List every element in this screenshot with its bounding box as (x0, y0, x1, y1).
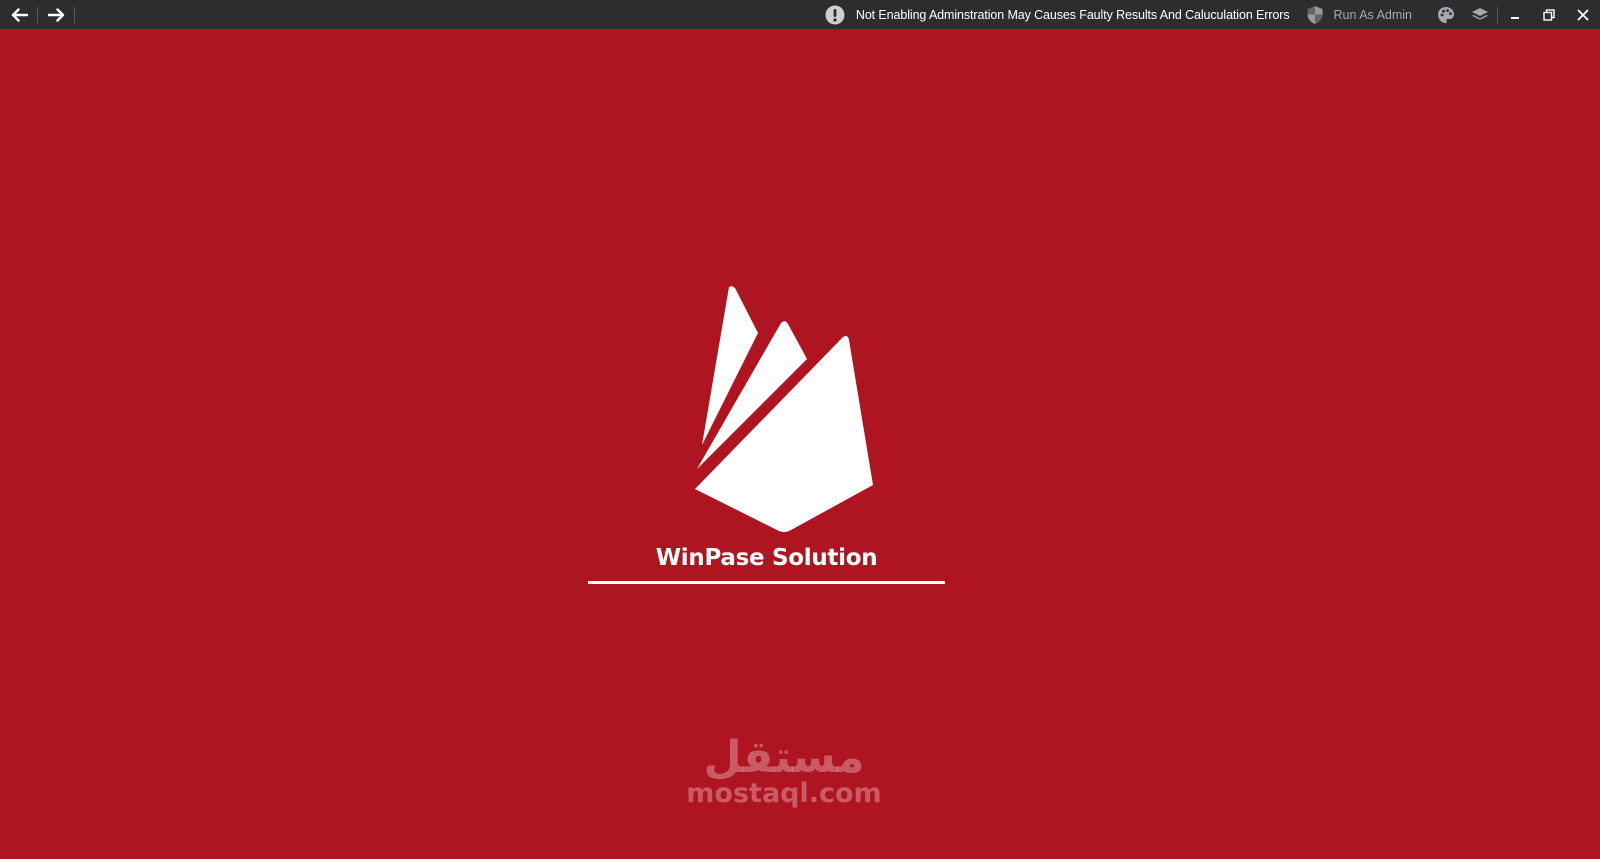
loading-progress-bar (588, 581, 945, 584)
app-title: WinPase Solution (655, 545, 878, 571)
palette-icon (1438, 6, 1454, 23)
minimize-icon (1511, 16, 1519, 19)
close-icon (1577, 9, 1589, 20)
run-as-admin-button[interactable]: Run As Admin (1305, 0, 1412, 29)
layers-icon (1472, 7, 1488, 20)
mostaql-watermark: مستقل mostaql.com (684, 733, 884, 809)
restore-button[interactable] (1532, 0, 1566, 29)
firebase-flame-logo (695, 286, 873, 532)
splash-window: Not Enabling Adminstration May Causes Fa… (0, 0, 1600, 859)
watermark-arabic-text: مستقل (703, 732, 865, 783)
nav-separator (74, 6, 75, 23)
minimize-button[interactable] (1498, 0, 1532, 29)
theme-button[interactable] (1429, 0, 1463, 29)
warning-text: Not Enabling Adminstration May Causes Fa… (855, 7, 1290, 22)
run-as-admin-label: Run As Admin (1333, 7, 1412, 22)
loading-progress-fill (588, 581, 945, 584)
arrow-left-icon (11, 7, 28, 22)
title-bar: Not Enabling Adminstration May Causes Fa… (0, 0, 1600, 29)
admin-warning: Not Enabling Adminstration May Causes Fa… (825, 0, 1290, 29)
restore-icon (1543, 8, 1555, 21)
shield-icon (1305, 5, 1325, 25)
back-button[interactable] (1, 0, 37, 29)
forward-button[interactable] (38, 0, 74, 29)
layers-button[interactable] (1463, 0, 1497, 29)
close-button[interactable] (1566, 0, 1600, 29)
exclamation-circle-icon (825, 5, 845, 25)
watermark-url-text: mostaql.com (686, 778, 882, 809)
arrow-right-icon (47, 7, 64, 22)
